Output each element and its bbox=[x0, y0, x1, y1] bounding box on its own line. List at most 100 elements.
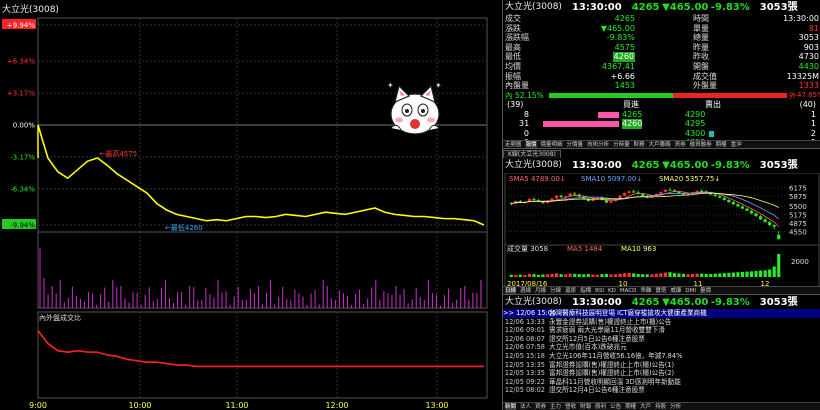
news-item[interactable]: 12/06 09:01 需求疲弱 兩大光學廠11月營收雙雙下滑 bbox=[503, 326, 820, 335]
tab-6[interactable]: 股利 bbox=[595, 403, 606, 410]
news-change: ▼465.00 bbox=[662, 297, 709, 308]
news-item[interactable]: 12/05 08:02 證交所12月4日公告6種注意股票 bbox=[503, 386, 820, 395]
tab-8[interactable]: MACD bbox=[620, 287, 637, 294]
tab-3[interactable]: 分價量 bbox=[567, 141, 584, 148]
tab-6[interactable]: RSI bbox=[595, 287, 604, 294]
bid-header: 買進 bbox=[623, 100, 639, 109]
order-book-header: (39) 買進 賣出 (40) bbox=[503, 100, 820, 110]
tab-2[interactable]: 資券 bbox=[535, 403, 546, 410]
tab-1[interactable]: 週線 bbox=[520, 287, 531, 294]
tab-7[interactable]: 大戶籌碼 bbox=[649, 141, 671, 148]
volume-bar bbox=[514, 274, 518, 277]
tab-5[interactable]: 指標 bbox=[580, 287, 591, 294]
quote-field-value: 4575 bbox=[614, 42, 635, 52]
volume-bar bbox=[740, 271, 745, 277]
kline-y-label: 6175 bbox=[789, 185, 807, 193]
intraday-x-label: 10:00 bbox=[128, 401, 151, 410]
volume-bar bbox=[695, 273, 699, 277]
news-time: 12/05 13:35 bbox=[504, 360, 545, 369]
tab-0[interactable]: 走勢圖 bbox=[505, 141, 522, 148]
tab-10[interactable]: 持股 bbox=[655, 403, 666, 410]
tab-7[interactable]: KD bbox=[608, 287, 616, 294]
volume-bar bbox=[686, 274, 690, 277]
tab-9[interactable]: 融資融券 bbox=[690, 141, 712, 148]
kline-chart[interactable]: SMA5 4789.00↓ SMA10 5097.00↓ SMA20 5357.75… bbox=[503, 173, 820, 293]
tab-7[interactable]: 公告 bbox=[610, 403, 621, 410]
volume-bar bbox=[550, 274, 554, 277]
tab-1[interactable]: 報價 bbox=[525, 141, 537, 148]
volume-bar bbox=[681, 273, 686, 277]
quote-field-value: 903 bbox=[803, 42, 819, 52]
news-pct: -9.83% bbox=[710, 297, 750, 308]
news-item[interactable]: 12/05 13:35 富邦證券認購(售)權證終止上市(櫃)公告(2) bbox=[503, 369, 820, 378]
volume-bar bbox=[636, 274, 640, 277]
candle-body bbox=[736, 204, 740, 207]
quote-field-label: 最低 bbox=[505, 52, 521, 62]
news-item[interactable]: 12/06 13:33 永豐金證券認購(售)權證終止上市(櫃)公告 bbox=[503, 318, 820, 327]
intraday-chart[interactable]: +9.94% +6.34% +3.17% 0.00% -3.17% -6.34% -9.94… bbox=[0, 0, 500, 410]
news-item[interactable]: 12/06 07:58 大立光市值(百本)跌破兆元 bbox=[503, 343, 820, 352]
volume-bar bbox=[623, 273, 627, 277]
volume-bar bbox=[532, 274, 536, 277]
tab-10[interactable]: 寶塔 bbox=[655, 287, 666, 294]
inner-outer-bar: 內 52.15% 外 47.85% bbox=[505, 91, 820, 100]
quote-field-label: 內盤量 bbox=[505, 81, 529, 91]
tab-3[interactable]: 主力 bbox=[550, 403, 561, 410]
bid-volume-bar bbox=[543, 121, 619, 127]
quote-change: ▼465.00 bbox=[662, 2, 709, 13]
tab-8[interactable]: 資券 bbox=[675, 141, 686, 148]
volume-bar bbox=[559, 274, 563, 277]
quote-panel: 大立光(3008) 13:30:00 4265 ▼465.00 -9.83% 3… bbox=[502, 0, 820, 148]
tab-9[interactable]: 乖離 bbox=[640, 287, 651, 294]
news-tabs: 新聞 法人 資券 主力 營收 財報 股利 公告 期權 大戶 持股 分析 bbox=[503, 402, 820, 410]
tab-4[interactable]: 營收 bbox=[565, 403, 576, 410]
candle-body bbox=[573, 193, 577, 195]
news-item[interactable]: 12/05 09:22 華晶科11月營收明顯回溫 3D感測明年新動能 bbox=[503, 378, 820, 387]
news-time: 12/06 07:58 bbox=[504, 343, 545, 352]
news-item[interactable]: >> 12/06 15:06台灣醫療科技展明登場 ICT廠穿梭搶攻大健康產業商機 bbox=[503, 309, 820, 318]
quote-field-value: 4730 bbox=[798, 52, 819, 62]
tab-5[interactable]: 財報 bbox=[580, 403, 591, 410]
news-item[interactable]: 12/05 15:18 大立光106年11月營收56.16億，年減7.84% bbox=[503, 352, 820, 361]
volume-bar bbox=[577, 274, 581, 277]
volume-bar bbox=[650, 274, 654, 277]
volume-bar bbox=[672, 273, 677, 277]
tab-13[interactable]: 量價 bbox=[700, 287, 711, 294]
outer-label: 外 bbox=[789, 91, 797, 100]
tab-0[interactable]: 新聞 bbox=[505, 403, 517, 410]
intraday-x-label: 12:00 bbox=[325, 401, 348, 410]
tab-9[interactable]: 大戶 bbox=[640, 403, 651, 410]
tab-3[interactable]: 分線 bbox=[550, 287, 561, 294]
tab-11[interactable]: 當沖 bbox=[731, 141, 742, 148]
quote-field-label: 成交 bbox=[505, 14, 521, 23]
volume-bar bbox=[663, 272, 667, 277]
candle-body bbox=[591, 199, 595, 202]
tab-1[interactable]: 法人 bbox=[520, 403, 531, 410]
candle-body bbox=[727, 199, 731, 203]
tab-5[interactable]: 分時量 bbox=[613, 141, 630, 148]
kline-volume: 3053張 bbox=[759, 160, 798, 171]
candle-body bbox=[641, 194, 645, 197]
tab-11[interactable]: 威廉 bbox=[670, 287, 681, 294]
tab-2[interactable]: 月線 bbox=[535, 287, 546, 294]
tab-6[interactable]: 財務 bbox=[634, 141, 645, 148]
news-item[interactable]: 12/05 13:35 富邦證券認購(售)權證終止上市(櫃)公告(1) bbox=[503, 361, 820, 370]
sma10-label: SMA10 5097.00↓ bbox=[581, 175, 642, 183]
candle-body bbox=[532, 198, 536, 200]
tab-0[interactable]: 日線 bbox=[505, 287, 517, 294]
news-item[interactable]: 12/06 08:07 證交所12月5日公告6種注意股票 bbox=[503, 335, 820, 344]
news-headline: 需求疲弱 兩大光學廠11月營收雙雙下滑 bbox=[549, 326, 665, 335]
tab-10[interactable]: 期權 bbox=[716, 141, 727, 148]
quote-field-label: 外盤量 bbox=[693, 81, 717, 91]
tab-12[interactable]: DMI bbox=[685, 287, 696, 294]
volume-bar bbox=[509, 274, 513, 277]
candle-body bbox=[772, 225, 776, 227]
tab-8[interactable]: 期權 bbox=[625, 403, 636, 410]
tab-4[interactable]: 技術分析 bbox=[587, 141, 609, 148]
ask-price: 4290 bbox=[685, 109, 706, 119]
tab-2[interactable]: 價量明細 bbox=[541, 141, 563, 148]
news-headline: 證交所12月5日公告6種注意股票 bbox=[549, 334, 645, 343]
tab-4[interactable]: 還原 bbox=[565, 287, 576, 294]
tab-11[interactable]: 分析 bbox=[670, 403, 681, 410]
news-time: 13:30:00 bbox=[571, 297, 622, 308]
